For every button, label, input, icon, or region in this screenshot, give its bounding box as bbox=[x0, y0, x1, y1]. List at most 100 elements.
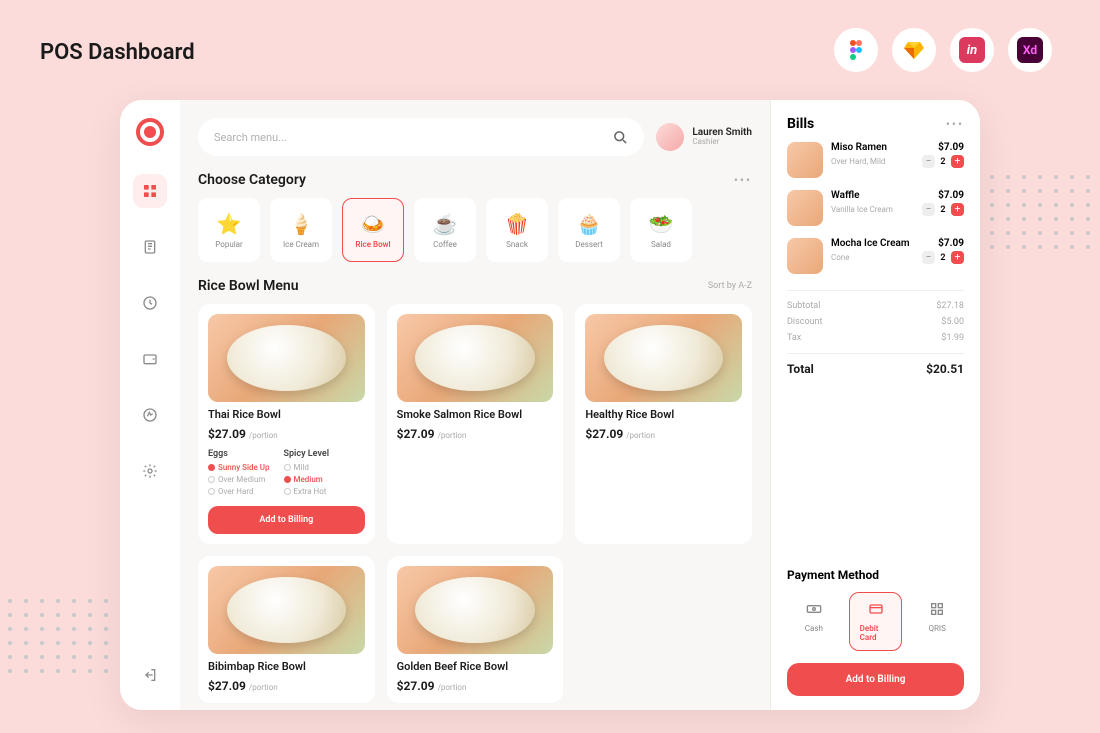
search-icon bbox=[613, 130, 628, 145]
add-to-billing-button[interactable]: Add to Billing bbox=[208, 506, 365, 534]
bill-thumbnail bbox=[787, 142, 823, 178]
food-image bbox=[397, 566, 554, 654]
radio-icon bbox=[284, 488, 291, 495]
menu-card[interactable]: Thai Rice Bowl $27.09/portionEggsSunny S… bbox=[198, 304, 375, 544]
category-icon: 🍦 bbox=[289, 212, 314, 236]
qty-value: 2 bbox=[939, 253, 947, 263]
price-unit: /portion bbox=[438, 431, 467, 440]
qty-value: 2 bbox=[939, 157, 947, 167]
tax-label: Tax bbox=[787, 333, 801, 343]
category-salad[interactable]: 🥗Salad bbox=[630, 198, 692, 262]
payment-method-qris[interactable]: QRIS bbox=[910, 592, 964, 651]
bill-item-name: Waffle bbox=[831, 190, 860, 201]
sketch-icon bbox=[892, 28, 936, 72]
bill-item-price: $7.09 bbox=[938, 238, 964, 249]
food-image bbox=[397, 314, 554, 402]
category-rice-bowl[interactable]: 🍛Rice Bowl bbox=[342, 198, 404, 262]
payment-method-label: Cash bbox=[805, 624, 823, 633]
nav-orders[interactable] bbox=[133, 230, 167, 264]
category-heading: Choose Category bbox=[198, 172, 306, 188]
qty-increment[interactable]: + bbox=[951, 203, 964, 216]
bill-item: Waffle$7.09 Vanilla Ice Cream − 2 + bbox=[787, 190, 964, 226]
qr-icon bbox=[929, 601, 945, 621]
qty-decrement[interactable]: − bbox=[922, 203, 935, 216]
figma-icon bbox=[834, 28, 878, 72]
qty-decrement[interactable]: − bbox=[922, 155, 935, 168]
total-value: $20.51 bbox=[926, 362, 964, 376]
bill-thumbnail bbox=[787, 238, 823, 274]
payment-method-label: QRIS bbox=[929, 624, 946, 633]
radio-icon bbox=[284, 476, 291, 483]
bill-list: Miso Ramen$7.09 Over Hard, Mild − 2 + Wa… bbox=[787, 142, 964, 274]
sort-control[interactable]: Sort by A-Z bbox=[708, 281, 752, 291]
price-unit: /portion bbox=[249, 683, 278, 692]
tool-badges: in Xd bbox=[834, 28, 1052, 72]
avatar bbox=[656, 123, 684, 151]
category-coffee[interactable]: ☕Coffee bbox=[414, 198, 476, 262]
option-group-title: Eggs bbox=[208, 449, 270, 459]
nav-promo[interactable] bbox=[133, 398, 167, 432]
bills-panel: Bills ••• Miso Ramen$7.09 Over Hard, Mil… bbox=[770, 100, 980, 710]
menu-card[interactable]: Healthy Rice Bowl $27.09/portion bbox=[575, 304, 752, 544]
search-bar[interactable] bbox=[198, 118, 644, 156]
menu-item-price: $27.09 bbox=[208, 427, 246, 441]
option-item[interactable]: Sunny Side Up bbox=[208, 463, 270, 472]
category-popular[interactable]: ⭐Popular bbox=[198, 198, 260, 262]
nav-logout[interactable] bbox=[133, 658, 167, 692]
discount-value: $5.00 bbox=[941, 317, 964, 327]
bill-item-name: Miso Ramen bbox=[831, 142, 887, 153]
option-item[interactable]: Over Hard bbox=[208, 487, 270, 496]
bill-item: Miso Ramen$7.09 Over Hard, Mild − 2 + bbox=[787, 142, 964, 178]
subtotal-value: $27.18 bbox=[936, 301, 964, 311]
price-unit: /portion bbox=[249, 431, 278, 440]
more-icon[interactable]: ••• bbox=[946, 117, 964, 131]
category-dessert[interactable]: 🧁Dessert bbox=[558, 198, 620, 262]
option-item[interactable]: Over Medium bbox=[208, 475, 270, 484]
qty-decrement[interactable]: − bbox=[922, 251, 935, 264]
more-icon[interactable]: ••• bbox=[734, 173, 752, 187]
option-item[interactable]: Mild bbox=[284, 463, 330, 472]
nav-settings[interactable] bbox=[133, 454, 167, 488]
category-snack[interactable]: 🍿Snack bbox=[486, 198, 548, 262]
qty-increment[interactable]: + bbox=[951, 251, 964, 264]
payment-method-cash[interactable]: Cash bbox=[787, 592, 841, 651]
nav-wallet[interactable] bbox=[133, 342, 167, 376]
category-list: ⭐Popular🍦Ice Cream🍛Rice Bowl☕Coffee🍿Snac… bbox=[198, 198, 752, 262]
radio-icon bbox=[208, 488, 215, 495]
nav-history[interactable] bbox=[133, 286, 167, 320]
bill-item-price: $7.09 bbox=[938, 142, 964, 153]
search-input[interactable] bbox=[214, 131, 605, 144]
category-label: Dessert bbox=[575, 240, 603, 249]
tax-value: $1.99 bbox=[941, 333, 964, 343]
menu-item-price: $27.09 bbox=[585, 427, 623, 441]
price-unit: /portion bbox=[438, 683, 467, 692]
radio-icon bbox=[284, 464, 291, 471]
payment-method-label: Debit Card bbox=[860, 624, 892, 642]
category-icon: ☕ bbox=[433, 212, 458, 236]
bill-item-note: Cone bbox=[831, 253, 849, 262]
menu-item-name: Bibimbap Rice Bowl bbox=[208, 660, 365, 673]
user-role: Cashier bbox=[692, 138, 752, 147]
option-item[interactable]: Extra Hot bbox=[284, 487, 330, 496]
decoration-dots bbox=[8, 599, 126, 673]
food-image bbox=[208, 314, 365, 402]
payment-method-debit-card[interactable]: Debit Card bbox=[849, 592, 903, 651]
bill-item-name: Mocha Ice Cream bbox=[831, 238, 910, 249]
category-icon: 🥗 bbox=[649, 212, 674, 236]
nav-dashboard[interactable] bbox=[133, 174, 167, 208]
user-badge[interactable]: Lauren Smith Cashier bbox=[656, 123, 752, 151]
menu-card[interactable]: Bibimbap Rice Bowl $27.09/portion bbox=[198, 556, 375, 703]
menu-item-name: Smoke Salmon Rice Bowl bbox=[397, 408, 554, 421]
option-item[interactable]: Medium bbox=[284, 475, 330, 484]
bill-item: Mocha Ice Cream $7.09 Cone − 2 + bbox=[787, 238, 964, 274]
qty-value: 2 bbox=[939, 205, 947, 215]
option-group-title: Spicy Level bbox=[284, 449, 330, 459]
menu-card[interactable]: Smoke Salmon Rice Bowl $27.09/portion bbox=[387, 304, 564, 544]
menu-card[interactable]: Golden Beef Rice Bowl $27.09/portion bbox=[387, 556, 564, 703]
qty-increment[interactable]: + bbox=[951, 155, 964, 168]
payment-heading: Payment Method bbox=[787, 568, 964, 582]
checkout-button[interactable]: Add to Billing bbox=[787, 663, 964, 696]
decoration-dots bbox=[974, 175, 1092, 249]
category-ice-cream[interactable]: 🍦Ice Cream bbox=[270, 198, 332, 262]
menu-heading: Rice Bowl Menu bbox=[198, 278, 299, 294]
